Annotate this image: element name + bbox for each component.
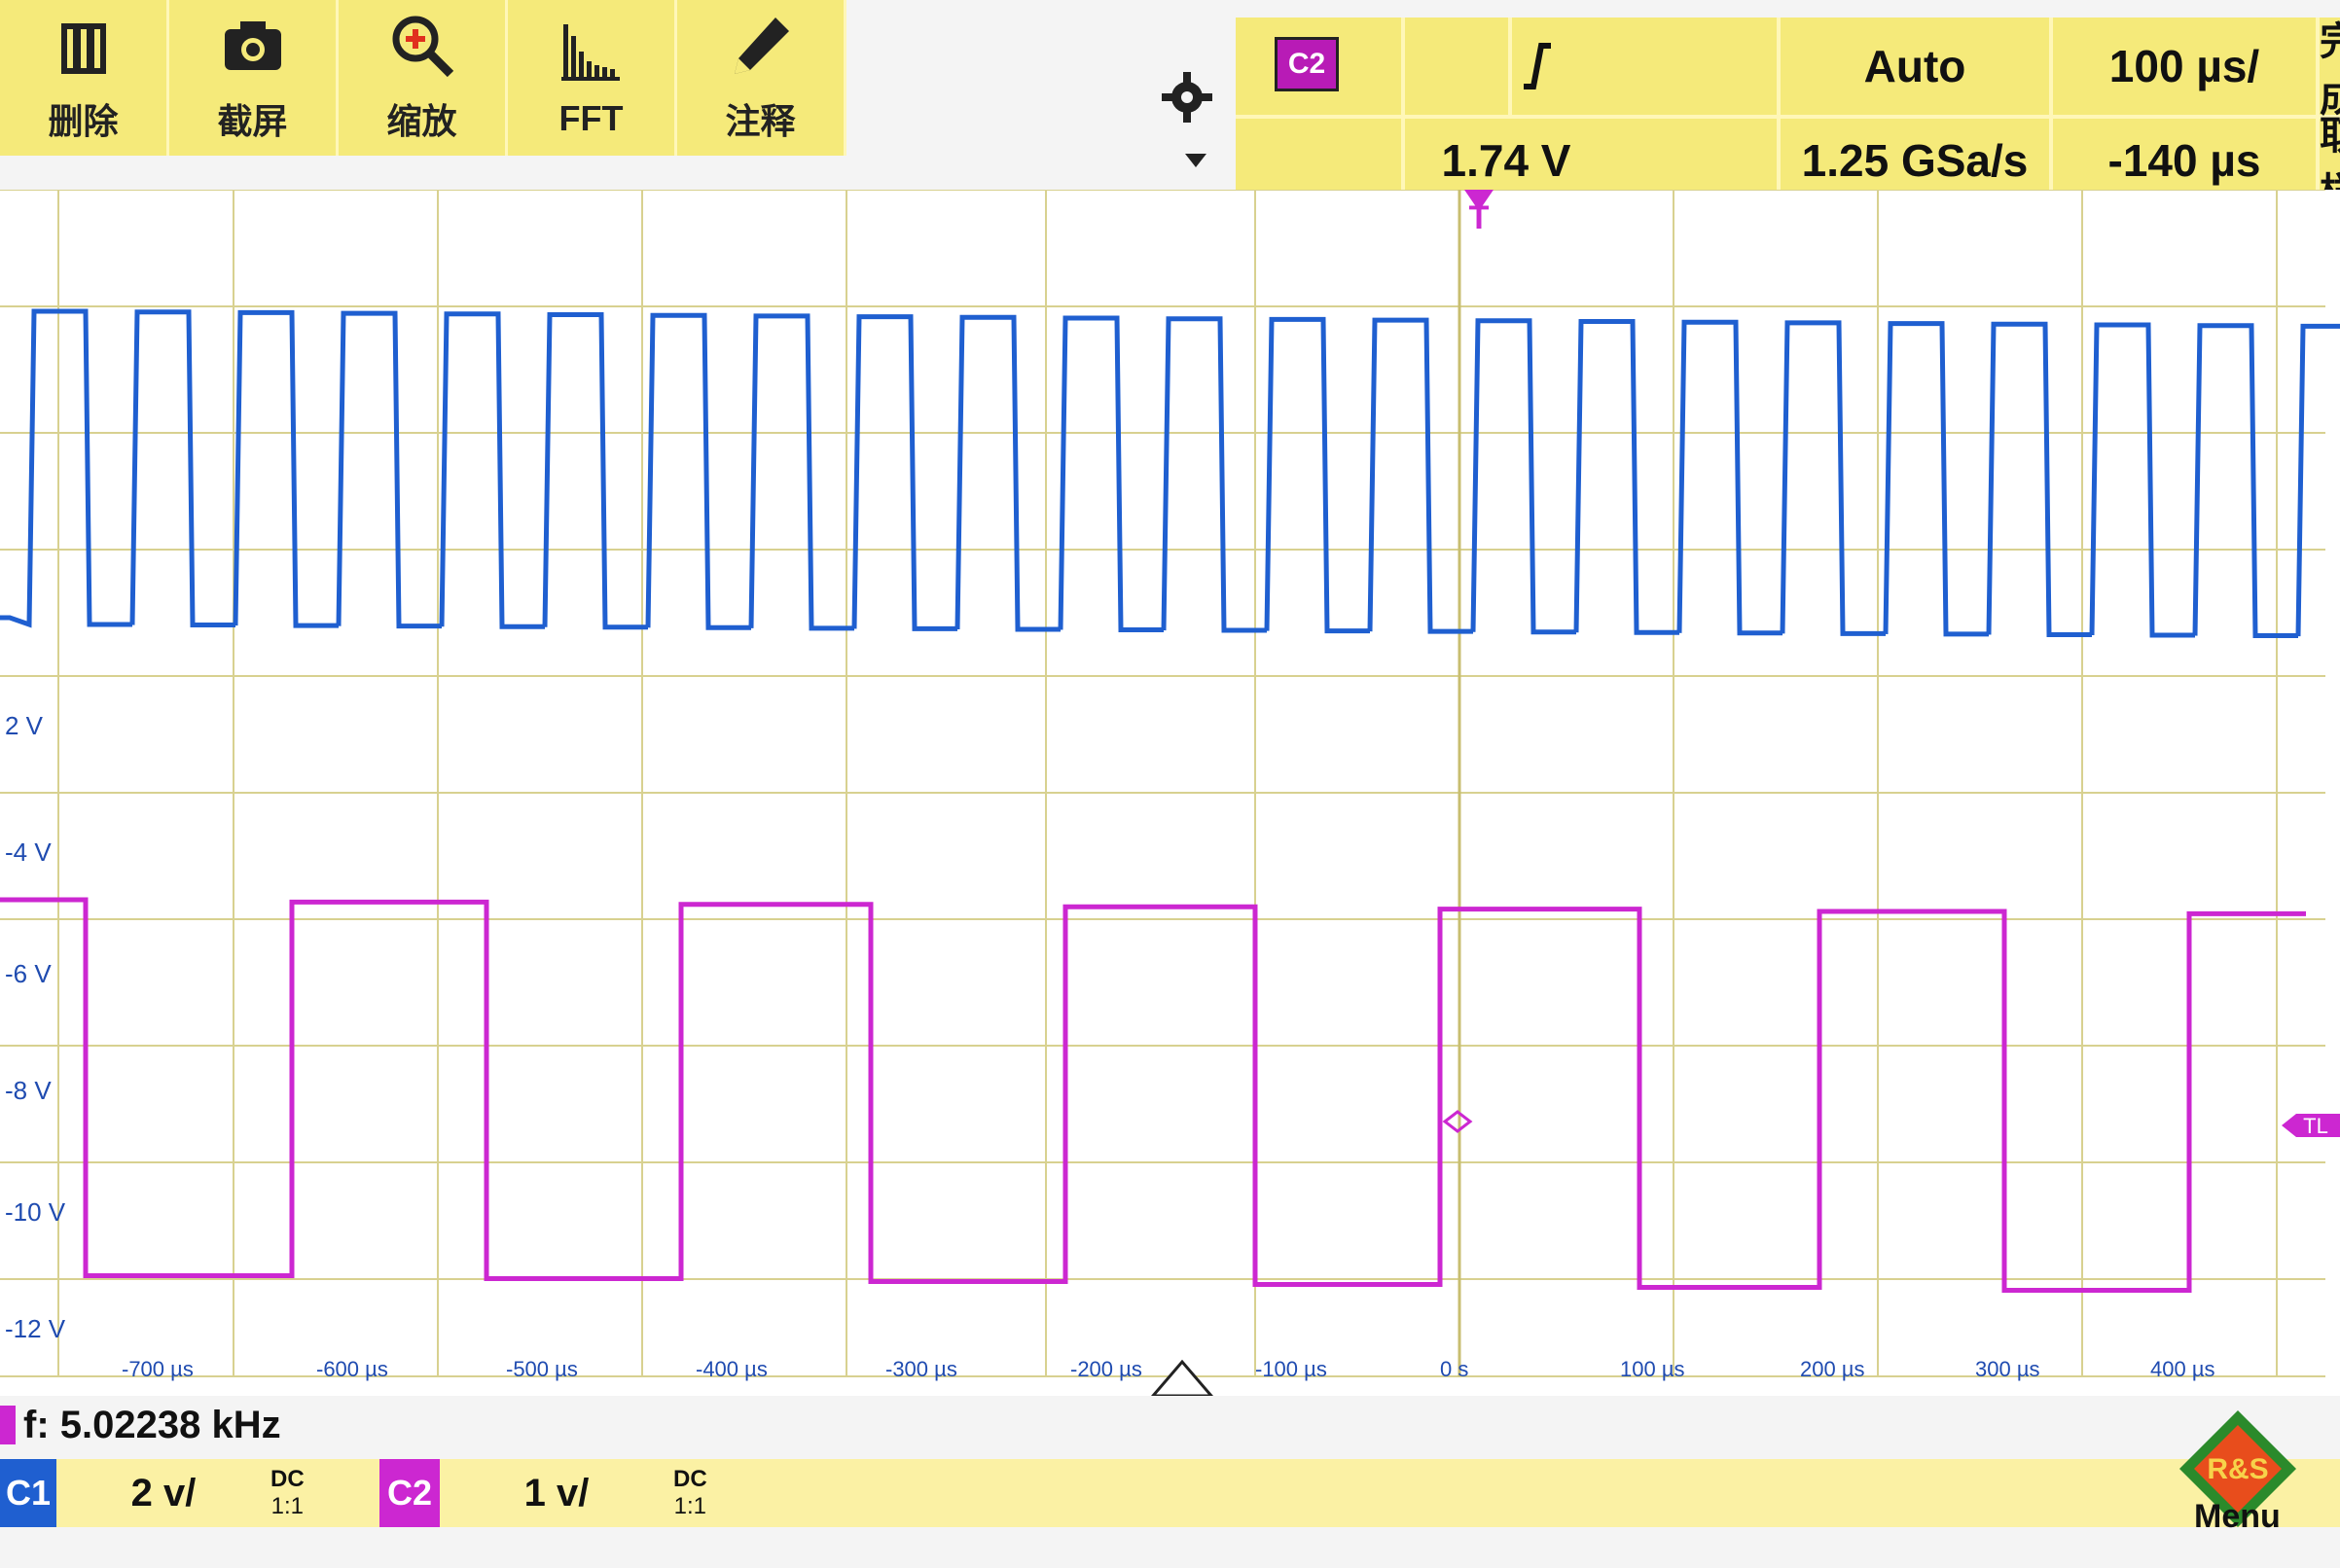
- frequency-measurement: f: 5.02238 kHz: [0, 1401, 281, 1449]
- time-per-div[interactable]: 100 µs/: [2053, 18, 2316, 115]
- c1-channel[interactable]: C1 2 v/ DC 1:1: [0, 1459, 360, 1527]
- acquisition-status: 完成: [2320, 20, 2340, 120]
- x-tick-label: -700 µs: [122, 1357, 194, 1381]
- trigger-mode[interactable]: Auto: [1781, 18, 2049, 115]
- y-tick-label: -12 V: [5, 1314, 66, 1343]
- y-tick-label: -10 V: [5, 1197, 66, 1227]
- x-tick-label: -100 µs: [1255, 1357, 1327, 1381]
- status-panel: C2 1.74 V Auto 1.25 GSa/s 100 µs/ -140 µ…: [1236, 18, 2340, 214]
- c1-trace: [0, 308, 2340, 639]
- y-tick-label: 2 V: [5, 711, 44, 740]
- screenshot-label: 截屏: [217, 101, 288, 141]
- camera-icon: [224, 21, 281, 70]
- fft-label: FFT: [558, 98, 624, 138]
- c2-trace: [0, 897, 2306, 1293]
- toolbar: 删除 截屏 缩放 FFT 注释: [0, 0, 846, 156]
- c2-ratio: 1:1: [673, 1493, 707, 1519]
- x-tick-label: -200 µs: [1070, 1357, 1142, 1381]
- delete-button[interactable]: 删除: [0, 0, 169, 156]
- trigger-slope[interactable]: [1401, 18, 1674, 115]
- annotate-button[interactable]: 注释: [677, 0, 846, 156]
- pencil-icon: [734, 18, 789, 74]
- chevron-down-icon[interactable]: [1185, 154, 1206, 167]
- x-tick-label: -500 µs: [506, 1357, 578, 1381]
- menu-label: Menu: [2194, 1498, 2281, 1535]
- x-tick-label: -300 µs: [885, 1357, 957, 1381]
- c1-ratio: 1:1: [270, 1493, 305, 1519]
- horizontal-position-marker: [1149, 1359, 1215, 1398]
- x-tick-label: 200 µs: [1800, 1357, 1865, 1381]
- x-tick-label: 0 s: [1440, 1357, 1468, 1381]
- c2-coupling: DC: [673, 1466, 707, 1492]
- c1-scale: 2 v/: [130, 1471, 197, 1515]
- x-tick-label: 400 µs: [2150, 1357, 2215, 1381]
- screenshot-button[interactable]: 截屏: [169, 0, 339, 156]
- channel-badge[interactable]: C2: [1275, 37, 1339, 91]
- rising-edge-icon: [1524, 43, 1551, 89]
- zoom-icon: [392, 16, 453, 78]
- waveform-display[interactable]: T TL 2 V -4 V -6 V -8 V -10 V -12 V -700 µs -600 …: [0, 189, 2340, 1398]
- c2-badge: C2: [379, 1459, 440, 1527]
- c1-coupling: DC: [270, 1466, 305, 1492]
- x-tick-label: 300 µs: [1975, 1357, 2040, 1381]
- fft-button[interactable]: FFT: [508, 0, 677, 156]
- c1-badge: C1: [0, 1459, 56, 1527]
- y-tick-label: -4 V: [5, 837, 52, 867]
- trigger-level-text: TL: [2303, 1114, 2328, 1138]
- annotate-label: 注释: [725, 101, 796, 141]
- x-tick-label: -400 µs: [696, 1357, 768, 1381]
- svg-text:R&S: R&S: [2207, 1453, 2268, 1485]
- cursor-diamond: [1442, 1110, 1473, 1133]
- waveform-svg: TTL2 V-4 V-6 V-8 V-10 V-12 V-700 µs -600 …: [0, 189, 2340, 1398]
- delete-label: 删除: [48, 101, 119, 141]
- zoom-label: 缩放: [386, 101, 457, 141]
- c2-channel[interactable]: C2 1 v/ DC 1:1: [379, 1459, 749, 1527]
- y-tick-label: -8 V: [5, 1076, 52, 1105]
- y-tick-label: -6 V: [5, 959, 52, 988]
- fft-icon: [560, 24, 620, 81]
- c2-scale: 1 v/: [523, 1471, 590, 1515]
- trash-icon: [60, 23, 106, 74]
- x-tick-label: 100 µs: [1620, 1357, 1685, 1381]
- frequency-label: f: 5.02238 kHz: [23, 1403, 281, 1446]
- zoom-button[interactable]: 缩放: [339, 0, 508, 156]
- x-tick-label: -600 µs: [316, 1357, 388, 1381]
- gear-icon[interactable]: [1158, 68, 1216, 126]
